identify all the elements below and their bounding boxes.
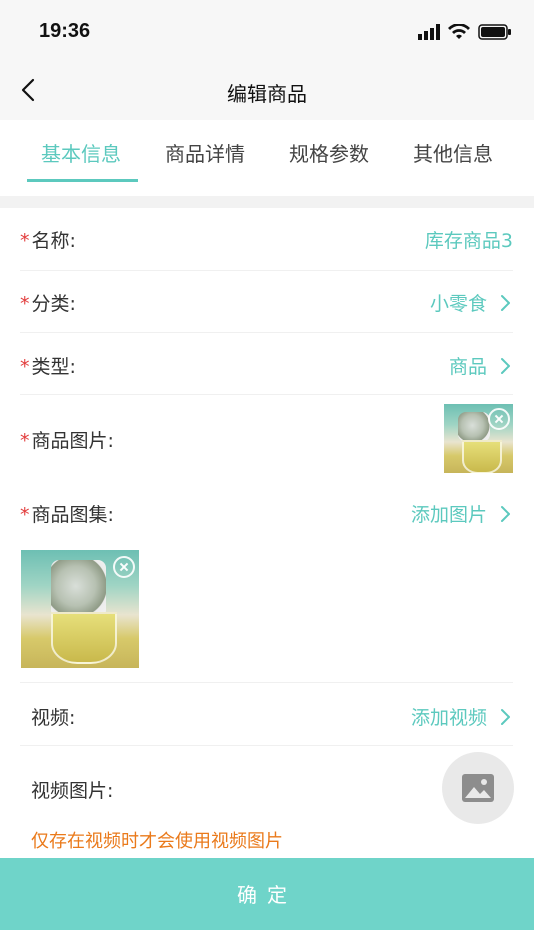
video-image-row: 视频图片: [20,745,513,825]
tea-bag-graphic [458,412,490,442]
battery-icon [478,24,511,40]
name-value[interactable]: 库存商品3 [425,226,513,253]
remove-image-icon[interactable] [113,556,135,578]
add-gallery-image-text: 添加图片 [410,504,487,526]
product-image-row: * 商品图片: [20,394,513,482]
product-image-label: 商品图片: [31,430,114,452]
category-select[interactable]: 小零食 [430,289,513,316]
category-value-text: 小零食 [429,293,487,315]
chevron-right-icon [501,708,510,725]
add-video-text: 添加视频 [410,707,487,729]
signal-icon [418,24,440,40]
add-gallery-image-button[interactable]: 添加图片 [411,500,513,527]
name-value-text: 库存商品3 [424,230,513,252]
confirm-button[interactable]: 确定 [0,858,534,930]
image-placeholder-icon [462,774,494,802]
gallery-row[interactable]: * 商品图集: 添加图片 [20,482,513,542]
category-label: 分类: [31,293,76,315]
add-video-button[interactable]: 添加视频 [411,703,513,730]
status-bar: 19:36 [0,0,534,60]
upload-video-image-button[interactable] [442,752,514,824]
type-row[interactable]: * 类型: 商品 [20,332,513,395]
video-row[interactable]: 视频: 添加视频 [20,683,513,746]
video-image-label: 视频图片: [31,780,114,802]
tea-cup-graphic [51,612,117,664]
product-image-thumbnail[interactable] [444,404,513,473]
gallery-label: 商品图集: [31,504,114,526]
status-time: 19:36 [39,20,91,42]
required-mark: * [20,430,30,452]
tab-bar: 基本信息 商品详情 规格参数 其他信息 [0,120,534,196]
required-mark: * [20,293,30,315]
type-select[interactable]: 商品 [449,352,513,379]
page-title: 编辑商品 [227,82,307,106]
status-icons [418,22,512,42]
required-mark: * [20,356,30,378]
wifi-icon [448,24,470,39]
name-label: 名称: [31,230,76,252]
gallery-image-thumbnail[interactable] [21,550,139,668]
chevron-right-icon [501,505,510,522]
video-label: 视频: [31,707,76,729]
tab-spec-params[interactable]: 规格参数 [289,138,369,167]
type-label: 类型: [31,356,76,378]
video-image-hint: 仅存在视频时才会使用视频图片 [31,831,283,852]
active-tab-indicator [27,179,138,182]
tea-bag-graphic [51,560,106,618]
chevron-right-icon [501,357,510,374]
required-mark: * [20,230,30,252]
remove-image-icon[interactable] [488,408,510,430]
section-divider [0,196,534,208]
tea-cup-graphic [462,440,502,473]
type-value-text: 商品 [448,356,487,378]
tab-other-info[interactable]: 其他信息 [413,138,493,167]
name-row: * 名称: 库存商品3 [20,208,513,271]
tab-basic-info[interactable]: 基本信息 [41,138,121,167]
nav-bar: 编辑商品 [0,60,534,120]
required-mark: * [20,504,30,526]
bottom-safe-area [0,930,534,950]
tab-product-details[interactable]: 商品详情 [165,138,245,167]
chevron-right-icon [501,294,510,311]
category-row[interactable]: * 分类: 小零食 [20,270,513,333]
